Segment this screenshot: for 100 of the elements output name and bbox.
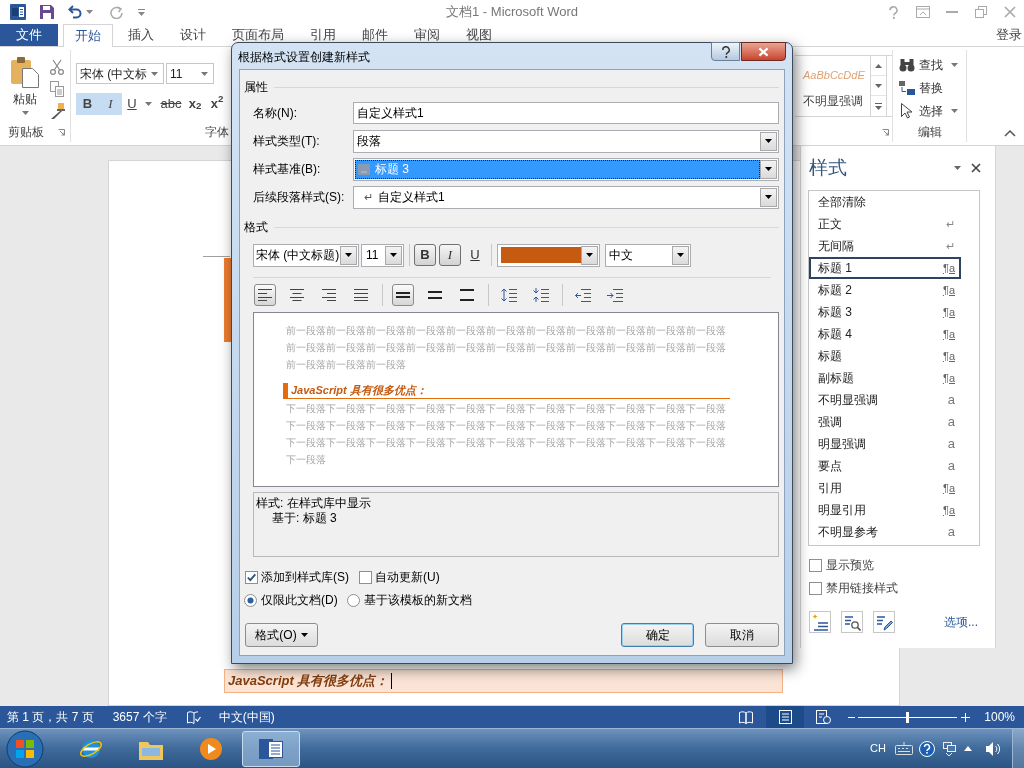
close-icon[interactable]	[971, 163, 981, 173]
ribbon-tab[interactable]: 邮件	[349, 24, 401, 46]
checkbox[interactable]	[359, 570, 372, 584]
brush-icon[interactable]	[50, 103, 65, 119]
underline-button[interactable]: U	[464, 244, 486, 266]
checkbox[interactable]	[809, 581, 822, 595]
dropdown[interactable]: 宋体 (中文标	[76, 63, 164, 84]
subscript-button[interactable]: x$_{2}$	[185, 93, 205, 115]
style-item[interactable]: 不明显参考 a	[809, 521, 961, 543]
ok-button[interactable]: 确定	[621, 623, 694, 647]
scissors-icon[interactable]	[50, 59, 64, 75]
underline-button[interactable]: U	[122, 93, 142, 115]
zoom-level[interactable]: 100%	[984, 708, 1015, 726]
style-item[interactable]: 标题 ¶a	[809, 345, 961, 367]
print-layout-button[interactable]	[766, 706, 805, 728]
ribbon-tab[interactable]: 视图	[453, 24, 505, 46]
superscript-button[interactable]: x$^{2}$	[207, 93, 227, 115]
manage-styles-button[interactable]	[873, 611, 895, 633]
style-item[interactable]: 不明显强调 a	[809, 389, 961, 411]
style-item[interactable]: 明显引用 ¶a	[809, 499, 961, 521]
caret-icon[interactable]	[954, 166, 961, 170]
style-item[interactable]: 标题 2 ¶a	[809, 279, 961, 301]
ribbon-tab[interactable]: 引用	[297, 24, 349, 46]
caret-icon[interactable]	[145, 102, 152, 106]
save-icon[interactable]	[40, 5, 54, 19]
keyboard-icon[interactable]	[895, 742, 913, 755]
arrow-up-icon[interactable]	[964, 746, 972, 751]
dropdown[interactable]	[497, 243, 600, 267]
speaker-icon[interactable]	[986, 740, 1000, 757]
dropdown-button[interactable]	[760, 131, 777, 151]
minus-icon[interactable]	[848, 716, 856, 718]
book-check-icon[interactable]	[186, 710, 201, 724]
language-indicator[interactable]: 中文(中国)	[218, 708, 275, 726]
dropdown[interactable]: ↵ 自定义样式1	[353, 185, 779, 209]
ribbon-tab[interactable]: 开始	[63, 24, 113, 47]
ribbon-tab[interactable]: 页面布局	[219, 24, 297, 46]
close-button[interactable]	[741, 42, 786, 61]
select-button[interactable]: 选择	[899, 100, 966, 122]
style-item[interactable]: 强调 a	[809, 411, 961, 433]
checkbox[interactable]	[809, 558, 822, 572]
dropdown[interactable]: 11	[361, 243, 404, 267]
style-item[interactable]: 标题 3 ¶a	[809, 301, 961, 323]
dropdown-button[interactable]	[672, 245, 689, 265]
align-left-button[interactable]	[254, 284, 276, 306]
customize-caret-icon[interactable]	[138, 8, 145, 16]
checkbox[interactable]	[245, 570, 258, 584]
style-item[interactable]: 正文 ↵	[809, 213, 961, 235]
dropdown-button[interactable]	[760, 159, 777, 179]
format-menu-button[interactable]: 格式(O)	[245, 623, 318, 647]
find-button[interactable]: 查找	[899, 54, 966, 76]
dialog-launcher-icon[interactable]	[58, 128, 65, 136]
new-style-button[interactable]	[809, 611, 831, 633]
plus-icon[interactable]	[961, 712, 971, 722]
ribbon-tab[interactable]: 插入	[115, 24, 167, 46]
dropdown[interactable]: 11	[166, 63, 214, 84]
bold-button[interactable]: B	[76, 93, 99, 115]
italic-button[interactable]: I	[439, 244, 461, 266]
dialog-launcher-icon[interactable]	[882, 128, 889, 136]
ribbon-tab[interactable]: 文件	[0, 24, 58, 46]
style-gallery-item[interactable]: AaBbCcDdE 不明显强调	[795, 56, 870, 116]
style-item[interactable]: 引用 ¶a	[809, 477, 961, 499]
cancel-button[interactable]: 取消	[705, 623, 779, 647]
sign-in-link[interactable]: 登录	[996, 25, 1022, 45]
bold-button[interactable]: B	[414, 244, 436, 266]
strikethrough-button[interactable]: abc	[159, 93, 183, 115]
replace-button[interactable]: 替换	[899, 77, 966, 99]
italic-button[interactable]: I	[99, 93, 122, 115]
dropdown[interactable]: 宋体 (中文标题)	[253, 243, 359, 267]
dropdown-button[interactable]	[340, 245, 357, 265]
dropdown-button[interactable]	[385, 245, 402, 265]
radio-button[interactable]	[244, 593, 257, 607]
ribbon-tab[interactable]: 审阅	[401, 24, 453, 46]
taskbar-button[interactable]	[242, 730, 300, 767]
radio-button[interactable]	[346, 593, 360, 607]
text-field[interactable]: 自定义样式1	[353, 102, 779, 124]
style-item[interactable]: 标题 1 ¶a	[809, 257, 961, 279]
undo-icon[interactable]	[68, 5, 82, 19]
style-item[interactable]: 标题 4 ¶a	[809, 323, 961, 345]
style-item[interactable]: 无间隔 ↵	[809, 235, 961, 257]
app-icon[interactable]	[10, 4, 26, 20]
style-inspector-button[interactable]	[841, 611, 863, 633]
paste-button[interactable]: 粘贴	[3, 56, 47, 119]
slider-thumb[interactable]	[906, 711, 910, 723]
dropdown[interactable]: 段落	[353, 129, 779, 153]
ribbon-tab[interactable]: 设计	[167, 24, 219, 46]
style-item[interactable]: 要点 a	[809, 455, 961, 477]
options-link[interactable]: 选项...	[944, 613, 978, 631]
dropdown-button[interactable]	[581, 245, 598, 265]
caret-icon[interactable]	[86, 10, 93, 14]
style-item[interactable]: 明显强调 a	[809, 433, 961, 455]
single-spacing-button[interactable]	[392, 284, 414, 306]
dropdown[interactable]: 中文	[605, 243, 691, 267]
style-item[interactable]: 副标题 ¶a	[809, 367, 961, 389]
chevron-up-icon[interactable]	[1004, 130, 1016, 137]
window-icon[interactable]	[943, 741, 956, 756]
help-icon[interactable]	[919, 740, 935, 757]
input-language-indicator[interactable]: CH	[870, 740, 886, 757]
help-button[interactable]	[711, 42, 740, 61]
start-orb-icon[interactable]	[6, 729, 44, 768]
copy-icon[interactable]	[50, 81, 64, 97]
